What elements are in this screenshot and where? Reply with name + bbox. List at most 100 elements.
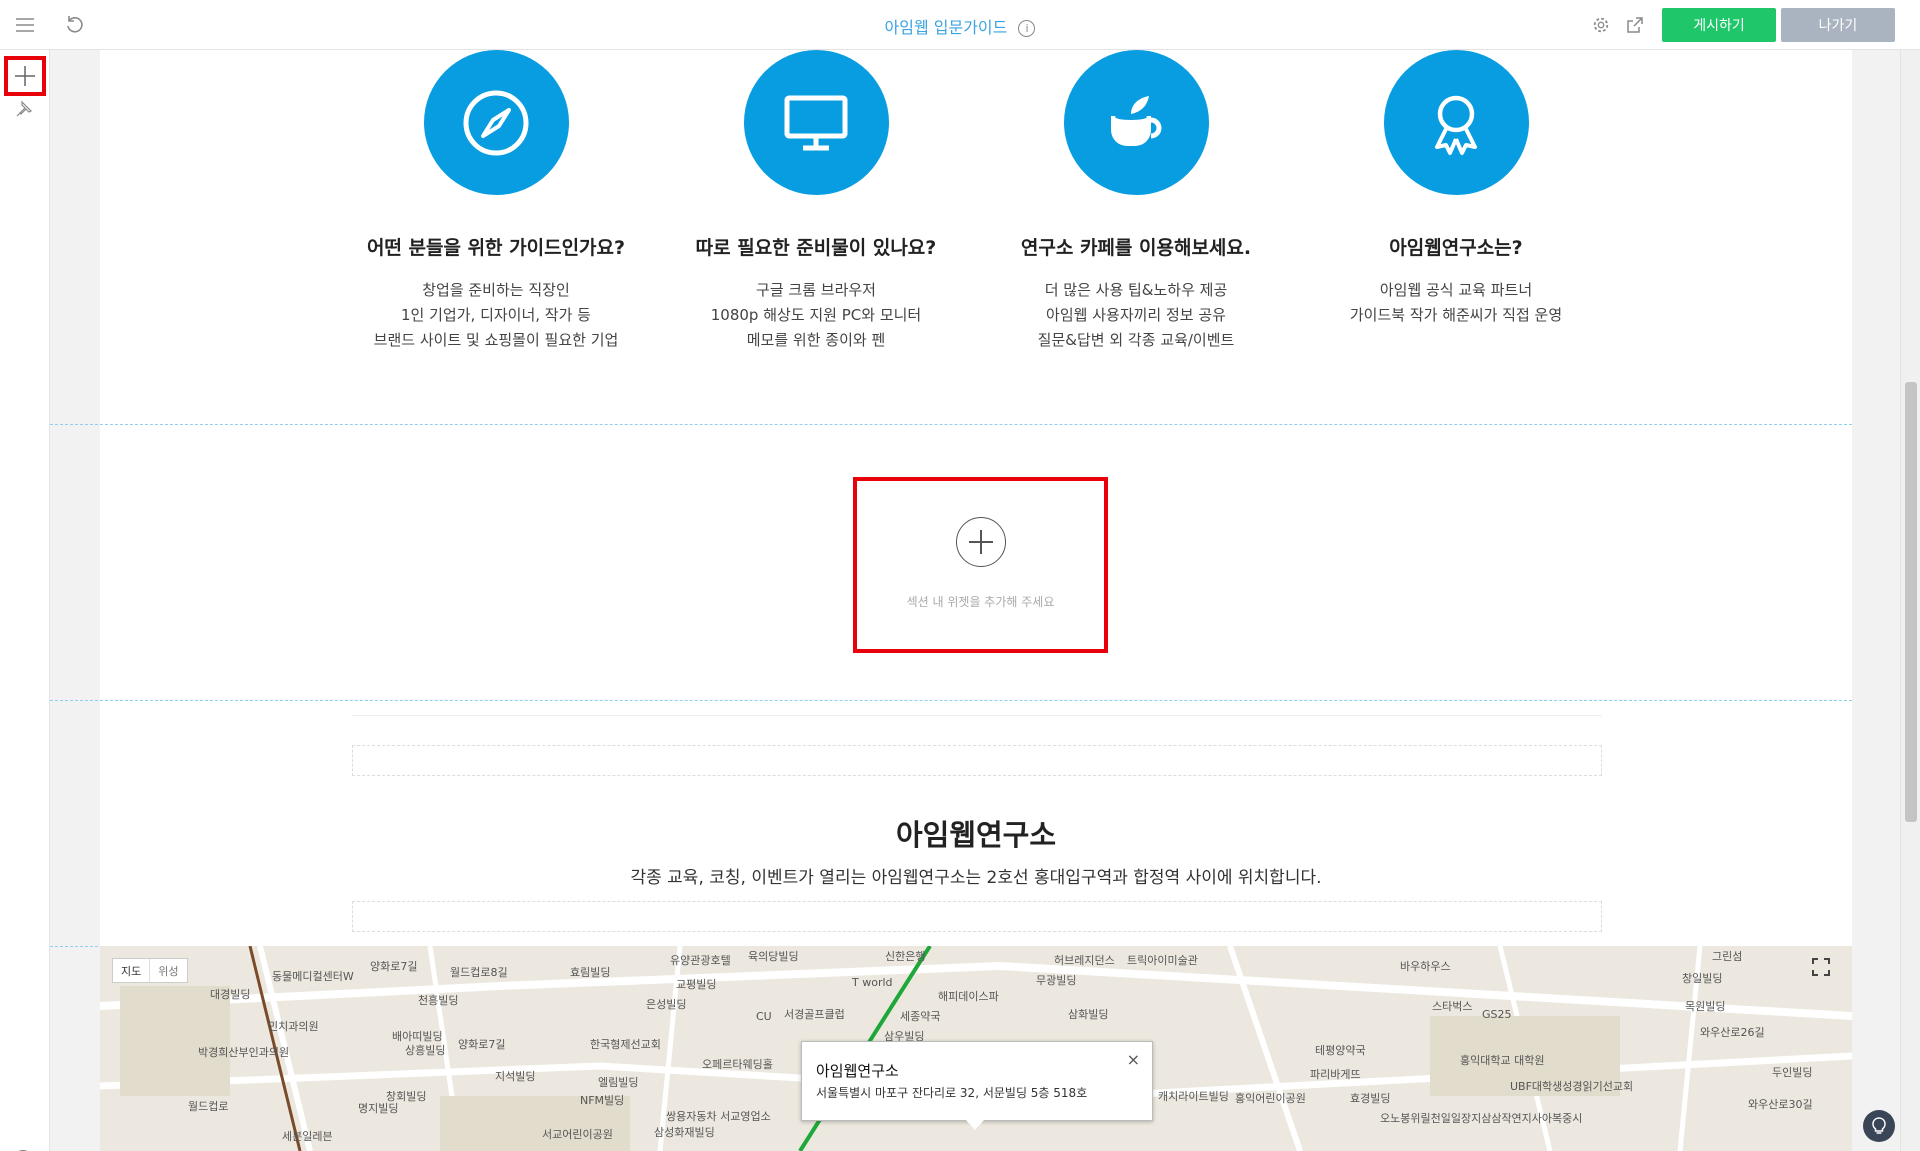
map-label: 박경희산부인과의원 [198,1046,290,1059]
map-label: 캐치라이트빌딩 [1158,1090,1229,1103]
feature-column[interactable]: 따로 필요한 준비물이 있나요? 구글 크롬 브라우저 1080p 해상도 지원… [656,50,976,353]
map-label: NFM빌딩 [580,1094,625,1107]
exit-button[interactable]: 나가기 [1781,8,1895,42]
feature-line: 브랜드 사이트 및 쇼핑몰이 필요한 기업 [373,331,619,349]
map-label: 오페르타웨딩홀 [702,1058,773,1071]
feature-icon-circle [423,50,569,195]
map-info-popup: 아임웹연구소 서울특별시 마포구 잔다리로 32, 서문빌딩 5층 518호 × [801,1041,1153,1130]
map-label: 홍익대학교 대학원 [1460,1054,1545,1067]
compass-icon [463,90,529,155]
map-label: 와우산로26길 [1700,1026,1765,1039]
map-label: 한국형제선교회 [590,1038,661,1051]
left-toolbar: ? [0,50,50,1151]
map-label: 홍익어린이공원 [1235,1092,1306,1105]
map-label: T world [852,976,893,989]
feature-description: 더 많은 사용 팁&노하우 제공 아임웹 사용자끼리 정보 공유 질문&답변 외… [976,278,1296,353]
add-widget-hint: 섹션 내 위젯을 추가해 주세요 [906,595,1055,609]
map-label: 와우산로30길 [1748,1098,1813,1111]
map-label: 스타벅스 [1432,1000,1473,1013]
section-divider [50,424,1852,425]
map-label: GS25 [1482,1008,1512,1021]
vertical-scrollbar[interactable] [1900,50,1920,1151]
empty-widget-slot[interactable] [352,745,1602,776]
feature-description: 창업을 준비하는 직장인 1인 기업가, 디자이너, 작가 등 브랜드 사이트 … [336,278,656,353]
feature-icon-circle [1063,50,1209,195]
satellite-view-tab[interactable]: 위성 [149,959,186,982]
location-title: 아임웹연구소 [895,818,1057,852]
map-label: 세븐일레븐 [282,1130,333,1143]
map-label: 트릭아이미술관 [1127,954,1198,967]
map-label: 바우하우스 [1400,960,1451,973]
feature-line: 1080p 해상도 지원 PC와 모니터 [710,306,922,324]
map-label: 은성빌딩 [646,998,687,1011]
map-label: 무광빌딩 [1036,974,1077,987]
map-label: 창일빌딩 [1682,972,1723,985]
coffee-cup-icon [1111,95,1162,146]
external-link-icon[interactable] [1622,12,1648,38]
pin-icon[interactable] [15,100,33,122]
map-label: 쌍용자동차 서교영업소 [666,1110,771,1123]
section-divider [50,700,1852,701]
map-label: 허브레지던스 [1054,954,1115,967]
map-label: 그린섬 [1712,950,1743,963]
scrollbar-thumb[interactable] [1905,382,1917,822]
popup-address: 서울특별시 마포구 잔다리로 32, 서문빌딩 5층 518호 [816,1086,1088,1100]
map-label: 세종약국 [900,1010,941,1023]
map-label: 유양관광호텔 [670,954,731,967]
feature-line: 창업을 준비하는 직장인 [422,281,570,299]
page-title-text: 아임웹 입문가이드 [884,18,1008,37]
publish-button[interactable]: 게시하기 [1662,8,1776,42]
empty-section [50,425,100,700]
map-label: 파리바게뜨 [1310,1068,1361,1081]
map-label: 교평빌딩 [676,978,717,991]
map-label: 민치과의원 [268,1020,319,1033]
map-label: 서경골프클럽 [784,1008,845,1021]
map-label: 삼화빌딩 [1068,1008,1109,1021]
feature-title: 아임웹연구소는? [1389,237,1523,259]
feature-column[interactable]: 어떤 분들을 위한 가이드인가요? 창업을 준비하는 직장인 1인 기업가, 디… [336,50,656,353]
add-widget-area[interactable]: 섹션 내 위젯을 추가해 주세요 [853,477,1108,653]
map-label: 대경빌딩 [210,988,251,1001]
add-widget-plus-icon[interactable] [956,517,1006,567]
map-label: UBF대학생성경읽기선교회 [1510,1080,1634,1093]
map-label: 천흥빌딩 [418,994,459,1007]
map-view-tab[interactable]: 지도 [113,959,149,982]
feature-column[interactable]: 연구소 카페를 이용해보세요. 더 많은 사용 팁&노하우 제공 아임웹 사용자… [976,50,1296,353]
map-label: 해피데이스파 [938,990,999,1003]
map-label: 서교어린이공원 [542,1128,613,1141]
gear-icon[interactable] [1588,12,1614,38]
feature-column[interactable]: 아임웹연구소는? 아임웹 공식 교육 파트너 가이드북 작가 해준씨가 직접 운… [1296,50,1616,328]
map-label: 창회빌딩 [386,1090,427,1103]
feature-description: 구글 크롬 브라우저 1080p 해상도 지원 PC와 모니터 메모를 위한 종… [656,278,976,353]
map-label: 효림빌딩 [570,966,611,979]
feature-title: 어떤 분들을 위한 가이드인가요? [366,237,626,259]
close-icon[interactable]: × [1127,1050,1140,1069]
fullscreen-icon[interactable] [1812,958,1834,980]
map-widget[interactable]: 양화로7길 월드컵로8길 효림빌딩 유양관광호텔 육의당빌딩 신한은행 허브레지… [100,946,1852,1151]
map-label: 신한은행 [885,950,926,963]
feature-line: 가이드북 작가 해준씨가 직접 운영 [1349,306,1563,324]
empty-widget-slot[interactable] [352,901,1602,932]
map-label: 양화로7길 [458,1038,506,1051]
map-label: 동물메디컬센터W [272,970,354,983]
map-type-toggle: 지도 위성 [112,958,188,983]
feature-title: 연구소 카페를 이용해보세요. [1020,237,1252,259]
feature-icon-circle [1383,50,1529,195]
map-label: 삼성화재빌딩 [654,1126,715,1139]
feature-line: 메모를 위한 종이와 펜 [746,331,886,349]
lightbulb-icon[interactable] [1863,1110,1895,1142]
map-label: 목원빌딩 [1685,1000,1726,1013]
feature-line: 아임웹 공식 교육 파트너 [1379,281,1533,299]
map-label: 월드컵로8길 [450,966,508,979]
monitor-icon [784,95,848,150]
map-label: 엘림빌딩 [598,1076,639,1089]
feature-line: 더 많은 사용 팁&노하우 제공 [1044,281,1228,299]
info-icon[interactable]: i [1018,20,1036,37]
popup-place-name: 아임웹연구소 [816,1062,899,1080]
feature-title: 따로 필요한 준비물이 있나요? [695,237,937,259]
feature-description: 아임웹 공식 교육 파트너 가이드북 작가 해준씨가 직접 운영 [1296,278,1616,328]
add-section-button[interactable] [4,56,46,96]
location-description: 각종 교육, 코칭, 이벤트가 열리는 아임웹연구소는 2호선 홍대입구역과 합… [630,868,1322,888]
feature-line: 구글 크롬 브라우저 [756,281,876,299]
feature-icon-circle [743,50,889,195]
